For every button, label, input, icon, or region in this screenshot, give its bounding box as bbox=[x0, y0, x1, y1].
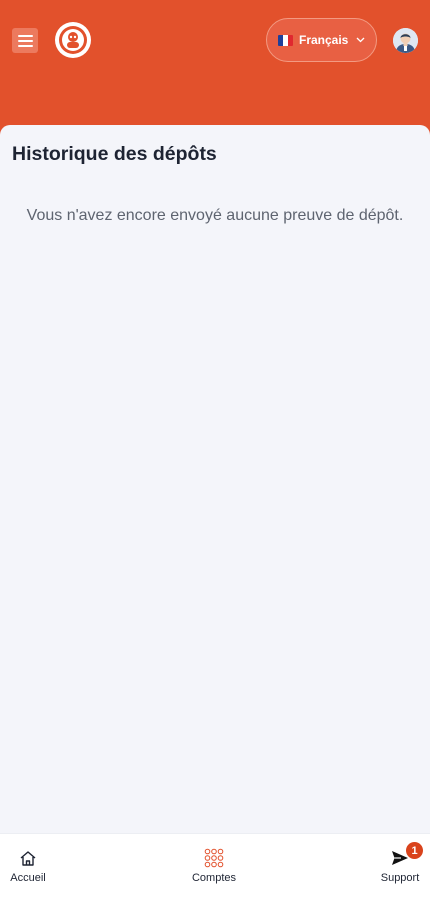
top-header: Français bbox=[0, 0, 430, 140]
grid-dots-icon bbox=[204, 848, 224, 868]
deposit-history-panel: Historique des dépôts Vous n'avez encore… bbox=[0, 125, 430, 833]
nav-item-home[interactable]: Accueil bbox=[10, 848, 46, 884]
language-selector[interactable]: Français bbox=[266, 18, 377, 62]
nav-item-support[interactable]: 1 Support bbox=[378, 842, 423, 884]
brand-logo-icon[interactable] bbox=[55, 22, 91, 58]
home-icon bbox=[19, 848, 37, 868]
app-root: Français Historique des dépôts Vous n'av… bbox=[0, 0, 430, 900]
notification-badge: 1 bbox=[406, 842, 423, 859]
hamburger-menu-icon bbox=[17, 34, 33, 37]
language-label: Français bbox=[299, 33, 349, 47]
bottom-navigation: Accueil Comptes 1 Support bbox=[0, 833, 430, 900]
empty-state-message: Vous n'avez encore envoyé aucune preuve … bbox=[26, 207, 404, 224]
nav-label-support: Support bbox=[380, 872, 420, 884]
nav-label-accounts: Comptes bbox=[191, 872, 237, 884]
chevron-down-icon bbox=[356, 37, 365, 43]
nav-label-home: Accueil bbox=[10, 872, 46, 884]
nav-item-accounts[interactable]: Comptes bbox=[188, 848, 240, 884]
france-flag-icon bbox=[278, 34, 293, 46]
menu-button[interactable] bbox=[12, 28, 38, 53]
user-avatar-icon[interactable] bbox=[393, 28, 418, 53]
page-title: Historique des dépôts bbox=[12, 143, 217, 165]
